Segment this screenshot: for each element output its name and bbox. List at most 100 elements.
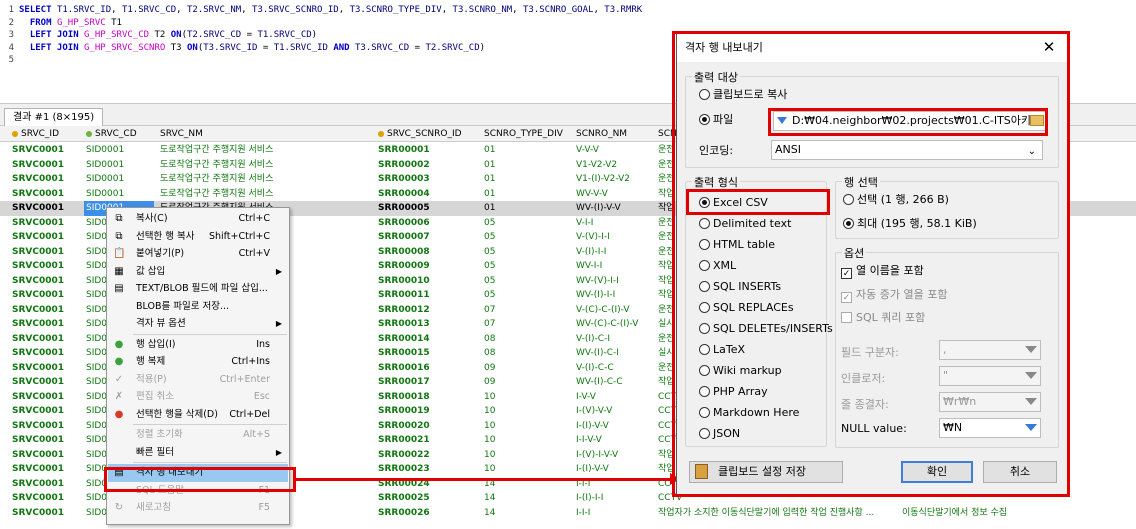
table-cell[interactable]: SRVC0001 bbox=[10, 303, 82, 318]
table-cell[interactable]: 14 bbox=[482, 506, 572, 521]
menu-item-copy[interactable]: ⧉ 복사(C) Ctrl+C bbox=[108, 210, 288, 228]
menu-item-insert-value[interactable]: ▦ 값 삽입 ▶ bbox=[108, 263, 288, 281]
sql-line[interactable]: 5 bbox=[0, 54, 19, 66]
radio-max-rows[interactable]: 최대 (195 행, 58.1 KiB) bbox=[843, 216, 977, 232]
table-cell[interactable]: SRR00022 bbox=[376, 448, 480, 463]
table-cell[interactable]: 10 bbox=[482, 404, 572, 419]
checkbox-auto-increment[interactable]: ✓ 자동 증가 열을 포함 bbox=[841, 287, 947, 303]
radio-format-option[interactable]: LaTeX bbox=[699, 342, 745, 358]
table-cell[interactable]: I-(V)-V-V bbox=[574, 404, 656, 419]
radio-format-option[interactable]: XML bbox=[699, 258, 736, 274]
table-cell[interactable]: SRR00008 bbox=[376, 245, 480, 260]
table-cell[interactable]: SRR00012 bbox=[376, 303, 480, 318]
table-cell[interactable]: SRR00002 bbox=[376, 158, 480, 173]
menu-item-duplicate-row[interactable]: ● 행 복제 Ctrl+Ins bbox=[108, 353, 288, 371]
menu-item-grid-view-options[interactable]: 격자 뷰 옵션 ▶ bbox=[108, 315, 288, 333]
table-cell[interactable]: SRVC0001 bbox=[10, 288, 82, 303]
table-cell[interactable]: SRVC0001 bbox=[10, 172, 82, 187]
table-cell[interactable]: 07 bbox=[482, 303, 572, 318]
result-tab[interactable]: 결과 #1 (8×195) bbox=[4, 108, 104, 126]
table-cell[interactable]: SRVC0001 bbox=[10, 332, 82, 347]
table-cell[interactable]: SRVC0001 bbox=[10, 361, 82, 376]
table-cell[interactable]: SRR00006 bbox=[376, 216, 480, 231]
table-cell[interactable]: V-(I)-C-C bbox=[574, 361, 656, 376]
line-terminator-select[interactable]: ₩r₩n bbox=[939, 392, 1041, 412]
file-path-dropdown-icon[interactable] bbox=[777, 117, 787, 124]
table-cell[interactable]: 05 bbox=[482, 274, 572, 289]
menu-item-cancel-edit[interactable]: ✗ 편집 취소 Esc bbox=[108, 388, 288, 406]
table-cell[interactable]: 09 bbox=[482, 375, 572, 390]
table-cell[interactable]: 01 bbox=[482, 201, 572, 216]
ok-button[interactable]: 확인 bbox=[901, 461, 973, 483]
menu-item-blob-save[interactable]: BLOB를 파일로 저장... bbox=[108, 298, 288, 316]
table-cell[interactable]: 01 bbox=[482, 143, 572, 158]
table-cell[interactable]: SRR00003 bbox=[376, 172, 480, 187]
table-cell[interactable]: SRVC0001 bbox=[10, 201, 82, 216]
table-cell[interactable]: SRR00021 bbox=[376, 433, 480, 448]
radio-format-option[interactable]: SQL REPLACEs bbox=[699, 300, 794, 316]
table-cell[interactable]: SID0001 bbox=[84, 172, 154, 187]
radio-format-option[interactable]: JSON bbox=[699, 426, 740, 442]
table-cell[interactable]: V-I-I bbox=[574, 216, 656, 231]
folder-icon[interactable] bbox=[1030, 115, 1044, 126]
radio-format-option[interactable]: Excel CSV bbox=[699, 195, 768, 211]
radio-format-option[interactable]: Markdown Here bbox=[699, 405, 799, 421]
table-cell[interactable]: 10 bbox=[482, 419, 572, 434]
table-cell[interactable]: WV-V-V bbox=[574, 187, 656, 202]
table-cell[interactable]: SRVC0001 bbox=[10, 346, 82, 361]
table-cell[interactable]: 도로작업구간 주행지원 서비스 bbox=[158, 143, 372, 158]
table-cell[interactable]: SRVC0001 bbox=[10, 390, 82, 405]
table-cell[interactable]: SRR00007 bbox=[376, 230, 480, 245]
table-cell[interactable]: SRVC0001 bbox=[10, 245, 82, 260]
column-header[interactable]: SRVC_NM bbox=[158, 126, 372, 142]
menu-item-reset-sort[interactable]: 정렬 초기화 Alt+S bbox=[108, 426, 288, 444]
table-cell[interactable]: SRR00010 bbox=[376, 274, 480, 289]
table-cell[interactable]: SRVC0001 bbox=[10, 448, 82, 463]
table-cell[interactable]: 10 bbox=[482, 390, 572, 405]
table-cell[interactable]: V-V-V bbox=[574, 143, 656, 158]
table-cell[interactable]: SRVC0001 bbox=[10, 419, 82, 434]
menu-item-copy-selected-rows[interactable]: ⧉ 선택한 행 복사 Shift+Ctrl+C bbox=[108, 228, 288, 246]
menu-item-paste[interactable]: 📋 붙여넣기(P) Ctrl+V bbox=[108, 245, 288, 263]
table-cell[interactable]: 작업자가 소지한 이동식단말기에 입력한 작업 진행사항 ... bbox=[656, 506, 896, 521]
table-cell[interactable]: 14 bbox=[482, 491, 572, 506]
radio-format-option[interactable]: SQL INSERTs bbox=[699, 279, 781, 295]
menu-item-blob-load[interactable]: ▤ TEXT/BLOB 필드에 파일 삽입... bbox=[108, 280, 288, 298]
table-cell[interactable]: SID0001 bbox=[84, 143, 154, 158]
table-cell[interactable]: SRVC0001 bbox=[10, 274, 82, 289]
table-cell[interactable]: SRVC0001 bbox=[10, 477, 82, 492]
table-cell[interactable]: SRVC0001 bbox=[10, 187, 82, 202]
menu-item-export-grid-rows[interactable]: ▤ 격자 행 내보내기 bbox=[108, 464, 288, 482]
table-cell[interactable]: I-(I)-V-V bbox=[574, 419, 656, 434]
table-cell[interactable]: 07 bbox=[482, 317, 572, 332]
table-cell[interactable]: SRVC0001 bbox=[10, 506, 82, 521]
column-header[interactable]: SCNRO_NM bbox=[574, 126, 656, 142]
table-cell[interactable]: V-(V)-I-I bbox=[574, 230, 656, 245]
table-cell[interactable]: SRVC0001 bbox=[10, 375, 82, 390]
sql-line[interactable]: 4 LEFT JOIN G_HP_SRVC_SCNRO T3 ON(T3.SRV… bbox=[0, 42, 485, 54]
column-header[interactable]: SRVC_SCNRO_ID bbox=[376, 126, 480, 142]
table-cell[interactable]: 도로작업구간 주행지원 서비스 bbox=[158, 172, 372, 187]
table-cell[interactable]: SRR00019 bbox=[376, 404, 480, 419]
table-cell[interactable]: I-I-V-V bbox=[574, 433, 656, 448]
table-cell[interactable]: I-(I)-V-V bbox=[574, 462, 656, 477]
table-cell[interactable]: WV-(I)-I-I bbox=[574, 288, 656, 303]
table-cell[interactable]: V1-V2-V2 bbox=[574, 158, 656, 173]
encoding-select[interactable]: ANSI ⌄ bbox=[771, 140, 1043, 160]
field-separator-select[interactable]: , bbox=[939, 340, 1041, 360]
table-cell[interactable]: SID0001 bbox=[84, 187, 154, 202]
table-cell[interactable]: SRVC0001 bbox=[10, 259, 82, 274]
table-cell[interactable]: 05 bbox=[482, 230, 572, 245]
table-cell[interactable]: WV-(I)-C-I bbox=[574, 346, 656, 361]
table-cell[interactable]: I-(V)-I-V-V bbox=[574, 448, 656, 463]
table-cell[interactable]: SRR00014 bbox=[376, 332, 480, 347]
table-cell[interactable]: WV-(V)-I-I bbox=[574, 274, 656, 289]
radio-format-option[interactable]: SQL DELETEs/INSERTs bbox=[699, 321, 833, 337]
table-cell[interactable]: SRR00025 bbox=[376, 491, 480, 506]
table-cell[interactable]: SRR00016 bbox=[376, 361, 480, 376]
table-cell[interactable]: I-V-V bbox=[574, 390, 656, 405]
table-cell[interactable]: SRVC0001 bbox=[10, 230, 82, 245]
table-cell[interactable]: WV-(I)-C-C bbox=[574, 375, 656, 390]
table-cell[interactable]: 01 bbox=[482, 172, 572, 187]
table-cell[interactable]: 08 bbox=[482, 332, 572, 347]
